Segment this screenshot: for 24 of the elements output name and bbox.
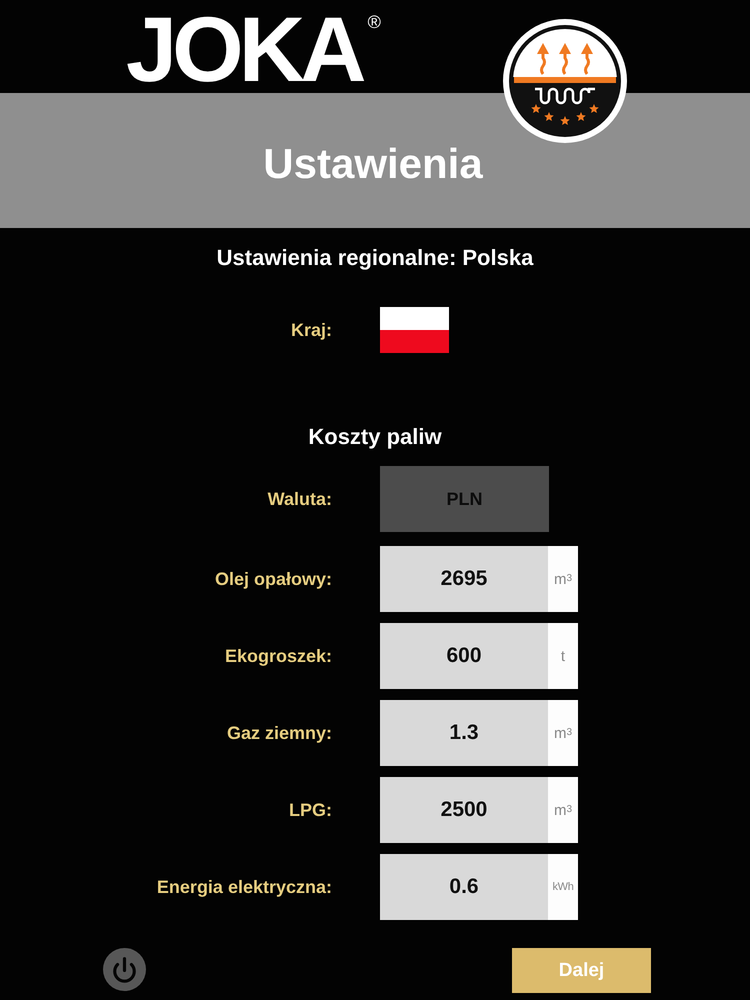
flag-icon[interactable]	[380, 307, 449, 353]
section-heading: Koszty paliw	[307, 423, 443, 451]
unit-label: t	[548, 623, 578, 689]
unit-label: m$^{3}$	[548, 777, 578, 843]
number-field[interactable]: 2695	[380, 546, 548, 612]
unit-label: m$^{3}$	[548, 546, 578, 612]
field-label: Kraj:	[290, 320, 332, 340]
heating-emblem-icon	[503, 19, 627, 143]
number-field[interactable]: 2500	[380, 777, 548, 843]
section-heading: Ustawienia regionalne: Polska	[216, 244, 534, 272]
logo-text: JOKA$^{®}$	[126, 7, 382, 93]
number-field[interactable]: 0.6	[380, 854, 548, 920]
field-label: Waluta:	[268, 488, 332, 510]
number-field[interactable]: 1.3	[380, 700, 548, 766]
field-label: Energia elektryczna:	[156, 876, 332, 898]
field-label: Gaz ziemny:	[226, 722, 332, 744]
unit-label: kWh	[548, 854, 578, 920]
unit-label: m$^{3}$	[548, 700, 578, 766]
number-field[interactable]: 600	[380, 623, 548, 689]
field-label: LPG:	[289, 800, 332, 820]
page-title: Ustawienia	[263, 138, 484, 188]
field-label: Ekogroszek:	[224, 646, 332, 666]
power-icon[interactable]	[103, 948, 146, 991]
field-label: Olej opałowy:	[214, 568, 332, 590]
